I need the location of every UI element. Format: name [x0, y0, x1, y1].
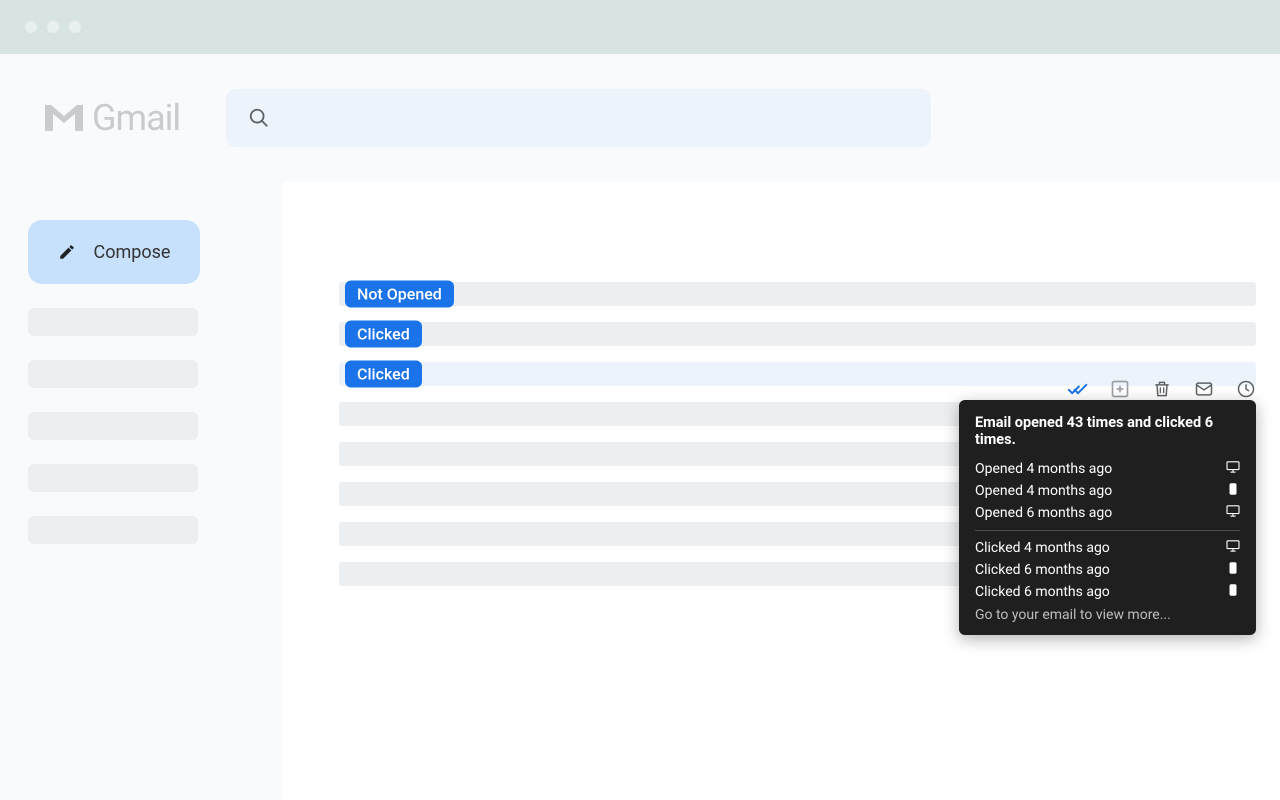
- doublecheck-icon[interactable]: [1068, 379, 1088, 399]
- status-badge: Not Opened: [345, 281, 454, 308]
- mail-icon[interactable]: [1194, 379, 1214, 399]
- email-row[interactable]: Not Opened: [339, 282, 1256, 306]
- tooltip-title: Email opened 43 times and clicked 6 time…: [975, 414, 1240, 448]
- mobile-icon: [1226, 584, 1240, 600]
- tooltip-entry: Opened 4 months ago: [975, 480, 1240, 502]
- email-list: Not Opened Clicked Clicked ur privacy...…: [283, 182, 1280, 800]
- sidebar-item-placeholder: [28, 360, 198, 388]
- email-row[interactable]: Clicked: [339, 322, 1256, 346]
- gmail-logo-text: Gmail: [92, 97, 180, 139]
- clock-icon[interactable]: [1236, 379, 1256, 399]
- search-input[interactable]: [226, 89, 931, 147]
- tooltip-entry: Clicked 6 months ago: [975, 581, 1240, 603]
- sidebar-item-placeholder: [28, 308, 198, 336]
- tooltip-entry: Opened 6 months ago: [975, 502, 1240, 524]
- tooltip-entry-text: Opened 4 months ago: [975, 461, 1112, 477]
- gmail-logo: Gmail: [42, 97, 180, 139]
- tooltip-entry: Opened 4 months ago: [975, 458, 1240, 480]
- tooltip-entry-text: Opened 6 months ago: [975, 505, 1112, 521]
- compose-label: Compose: [94, 242, 171, 263]
- header: Gmail: [0, 54, 1280, 182]
- status-badge: Clicked: [345, 321, 422, 348]
- tooltip-entry-text: Clicked 6 months ago: [975, 584, 1110, 600]
- tracking-tooltip: Email opened 43 times and clicked 6 time…: [959, 400, 1256, 635]
- trash-icon[interactable]: [1152, 379, 1172, 399]
- gmail-m-icon: [42, 101, 86, 135]
- tooltip-divider: [975, 530, 1240, 531]
- row-action-bar: [1068, 379, 1256, 399]
- tooltip-entry: Clicked 4 months ago: [975, 537, 1240, 559]
- tooltip-entry-text: Clicked 4 months ago: [975, 540, 1110, 556]
- desktop-icon: [1226, 540, 1240, 556]
- sidebar-item-placeholder: [28, 412, 198, 440]
- status-badge: Clicked: [345, 361, 422, 388]
- compose-button[interactable]: Compose: [28, 220, 200, 284]
- window-dot: [69, 21, 81, 33]
- archive-icon[interactable]: [1110, 379, 1130, 399]
- tooltip-entry-text: Opened 4 months ago: [975, 483, 1112, 499]
- mobile-icon: [1226, 562, 1240, 578]
- desktop-icon: [1226, 461, 1240, 477]
- tooltip-more: Go to your email to view more...: [975, 603, 1240, 623]
- tooltip-entry-text: Clicked 6 months ago: [975, 562, 1110, 578]
- window-titlebar: [0, 0, 1280, 54]
- sidebar: Compose: [0, 182, 283, 800]
- mobile-icon: [1226, 483, 1240, 499]
- window-dot: [25, 21, 37, 33]
- sidebar-item-placeholder: [28, 516, 198, 544]
- sidebar-item-placeholder: [28, 464, 198, 492]
- main: Compose Not Opened Clicked Clicked ur pr…: [0, 182, 1280, 800]
- desktop-icon: [1226, 505, 1240, 521]
- window-dot: [47, 21, 59, 33]
- pencil-icon: [58, 243, 76, 261]
- search-icon: [248, 107, 270, 129]
- tooltip-entry: Clicked 6 months ago: [975, 559, 1240, 581]
